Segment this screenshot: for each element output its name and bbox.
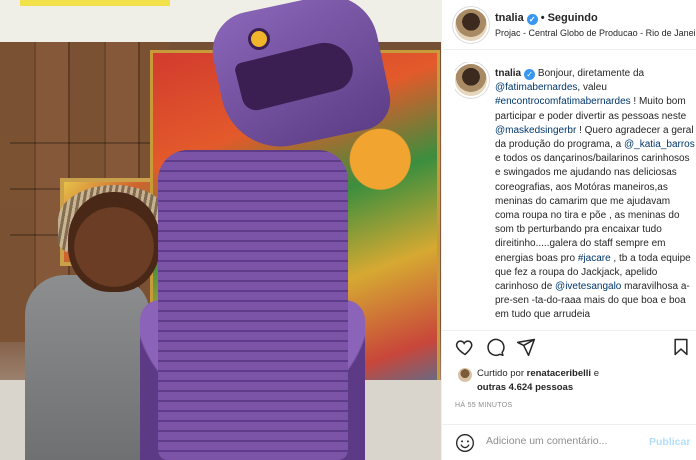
publish-button[interactable]: Publicar bbox=[649, 436, 690, 448]
paper-plane-icon[interactable] bbox=[516, 337, 536, 357]
heart-icon[interactable] bbox=[455, 337, 475, 357]
crocodile-costume-body bbox=[158, 150, 348, 460]
caption-body: Bonjour, diretamente da @fatimabernardes… bbox=[495, 68, 695, 320]
smiley-icon[interactable] bbox=[455, 433, 475, 453]
likes-summary: Curtido por renataceribelli e outras 4.6… bbox=[455, 366, 695, 398]
liked-by-others[interactable]: outras 4.624 pessoas bbox=[477, 382, 573, 393]
mention-link[interactable]: @_katia_barros bbox=[624, 139, 695, 150]
post-location[interactable]: Projac - Central Globo de Producao - Rio… bbox=[495, 28, 695, 38]
author-avatar[interactable] bbox=[455, 9, 487, 41]
comment-bar: Publicar bbox=[442, 424, 696, 460]
liked-by-line: Curtido por renataceribelli e bbox=[477, 368, 599, 379]
caption-segment: e todos os dançarinos/bailarinos carinho… bbox=[495, 153, 690, 264]
hashtag-link[interactable]: #jacare bbox=[578, 253, 611, 264]
post-caption: tnalia ✓ Bonjour, diretamente da @fatimab… bbox=[455, 62, 696, 324]
liker-avatar[interactable] bbox=[458, 368, 472, 382]
hashtag-link[interactable]: #encontrocomfatimabernardes bbox=[495, 96, 631, 107]
liked-by-prefix: Curtido por bbox=[477, 368, 527, 379]
caption-segment: Bonjour, diretamente da bbox=[537, 68, 645, 79]
post-header: tnalia ✓ • Seguindo Projac - Central Globo … bbox=[442, 0, 696, 50]
caption-author-avatar[interactable] bbox=[455, 64, 487, 96]
liker-username[interactable]: renataceribelli bbox=[527, 368, 591, 379]
action-bar bbox=[442, 330, 696, 364]
mention-link[interactable]: @maskedsingerbr bbox=[495, 125, 576, 136]
author-username[interactable]: tnalia bbox=[495, 12, 524, 24]
caption-text: tnalia ✓ Bonjour, diretamente da @fatimab… bbox=[495, 67, 695, 323]
comment-bubble-icon[interactable] bbox=[485, 337, 505, 357]
crocodile-eye bbox=[248, 28, 270, 50]
mention-link[interactable]: @ivetesangalo bbox=[555, 281, 621, 292]
verified-badge-icon: ✓ bbox=[524, 69, 536, 80]
post-timestamp[interactable]: HÁ 55 MINUTOS bbox=[455, 402, 512, 409]
person-body bbox=[25, 275, 150, 460]
comment-input[interactable] bbox=[486, 435, 636, 447]
liked-by-joiner: e bbox=[591, 368, 599, 379]
post-photo[interactable] bbox=[0, 0, 441, 460]
verified-badge-icon: ✓ bbox=[526, 14, 538, 25]
caption-segment: , valeu bbox=[577, 82, 607, 94]
others-count[interactable]: outras 4.624 pessoas bbox=[477, 382, 573, 393]
person-head bbox=[68, 192, 160, 292]
separator-dot: • bbox=[540, 12, 545, 24]
post-panel: tnalia ✓ • Seguindo Projac - Central Globo … bbox=[441, 0, 696, 460]
caption-username[interactable]: tnalia bbox=[495, 68, 521, 79]
following-button[interactable]: Seguindo bbox=[548, 12, 598, 24]
author-line: tnalia ✓ • Seguindo bbox=[495, 12, 598, 25]
studio-light-strip bbox=[20, 0, 170, 6]
mention-link[interactable]: @fatimabernardes bbox=[495, 82, 577, 93]
bookmark-icon[interactable] bbox=[671, 337, 691, 357]
